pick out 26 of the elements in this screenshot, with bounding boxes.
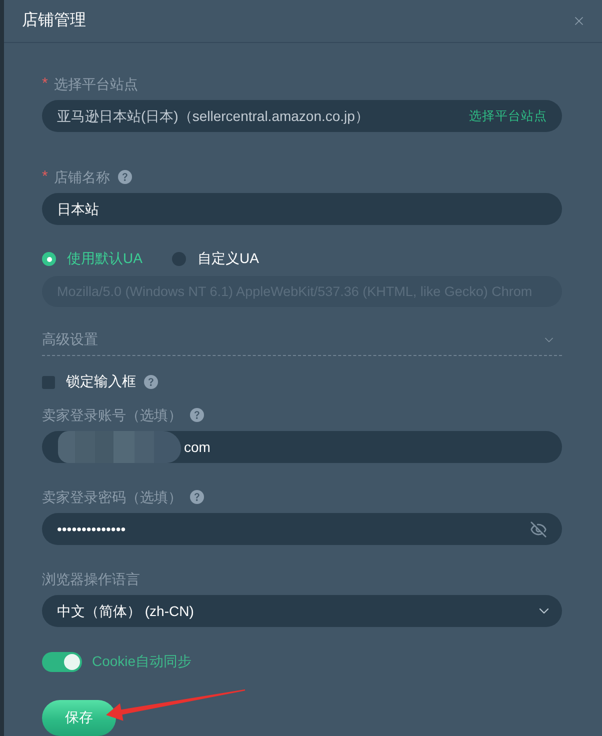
- checkbox-label[interactable]: 锁定输入框: [66, 373, 136, 391]
- dialog-title: 店铺管理: [22, 11, 86, 31]
- required-mark: *: [42, 168, 48, 186]
- select-site-link[interactable]: 选择平台站点: [469, 108, 547, 124]
- radio-label[interactable]: 使用默认UA: [67, 250, 142, 268]
- field-label: 店铺名称: [54, 168, 110, 186]
- account-input[interactable]: com: [42, 431, 562, 463]
- radio-label[interactable]: 自定义UA: [197, 250, 259, 268]
- checkbox[interactable]: [42, 376, 55, 388]
- field-label: 卖家登录账号（选填）: [42, 406, 182, 424]
- field-label: 选择平台站点: [54, 75, 138, 93]
- field-label: 浏览器操作语言: [42, 570, 140, 588]
- advanced-settings-label: 高级设置: [42, 330, 98, 348]
- toggle-label: Cookie自动同步: [92, 653, 192, 671]
- radio-button[interactable]: [42, 252, 56, 266]
- site-value: 亚马逊日本站(日本)（sellercentral.amazon.co.jp）: [57, 107, 370, 125]
- site-field[interactable]: 亚马逊日本站(日本)（sellercentral.amazon.co.jp） 选择平台站点: [42, 100, 562, 132]
- toggle-switch[interactable]: [42, 652, 82, 672]
- store-name-input[interactable]: 日本站: [42, 193, 562, 225]
- required-mark: *: [42, 75, 48, 93]
- close-button[interactable]: [572, 14, 586, 28]
- eye-off-icon[interactable]: [530, 520, 547, 538]
- field-label: 卖家登录密码（选填）: [42, 488, 182, 506]
- language-select[interactable]: 中文（简体） (zh-CN): [42, 595, 562, 627]
- password-input[interactable]: ••••••••••••••: [42, 513, 562, 545]
- radio-button[interactable]: [172, 252, 186, 266]
